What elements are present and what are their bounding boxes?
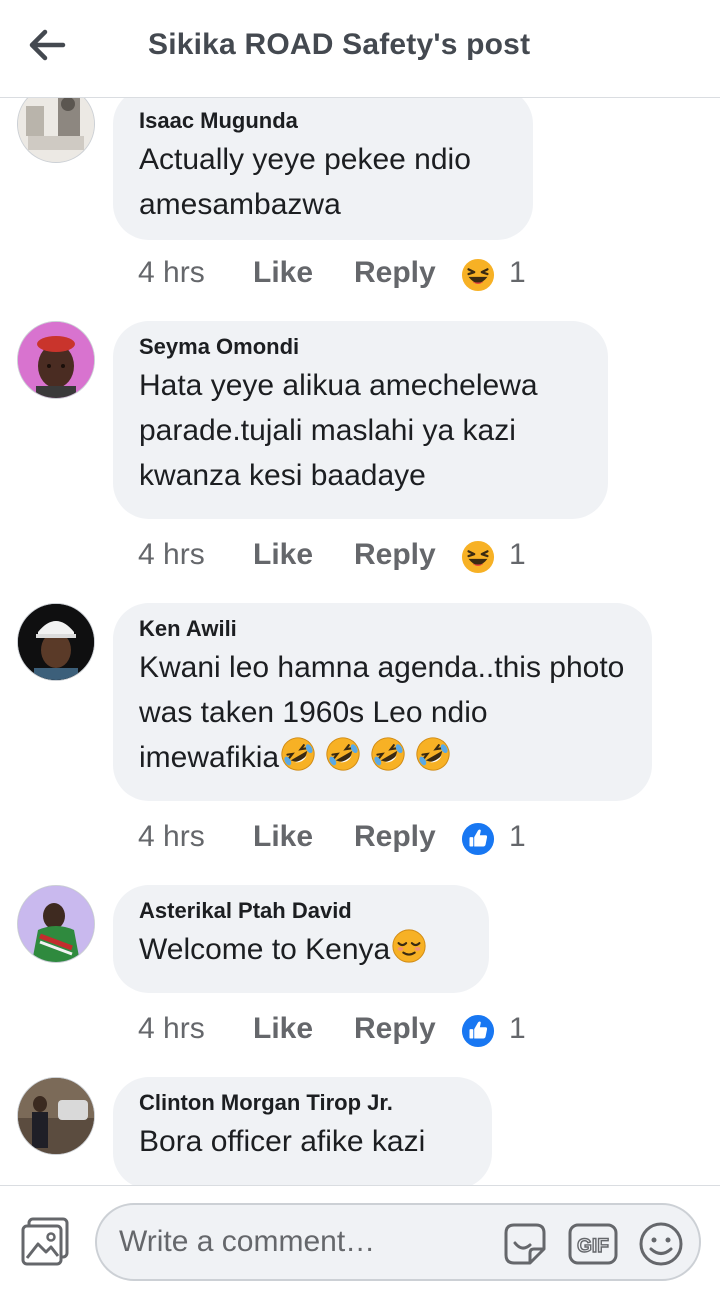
- rolling-on-floor-laughing-icon: [369, 735, 407, 773]
- rolling-on-floor-laughing-icon: [324, 735, 362, 773]
- avatar[interactable]: [17, 603, 95, 681]
- comment-author[interactable]: Clinton Morgan Tirop Jr.: [139, 1089, 466, 1119]
- photo-button[interactable]: [20, 1216, 72, 1268]
- laughing-face-icon[interactable]: [461, 258, 495, 292]
- avatar[interactable]: [17, 885, 95, 963]
- comment-composer: Write a comment… GIF: [0, 1185, 720, 1292]
- comment-list[interactable]: Isaac Mugunda Actually yeye pekee ndio a…: [0, 98, 720, 1185]
- avatar[interactable]: [17, 321, 95, 399]
- comment-time[interactable]: 4 hrs: [138, 1012, 205, 1046]
- comment-text: Bora officer afike kazi: [139, 1125, 426, 1158]
- comment-author[interactable]: Seyma Omondi: [139, 333, 582, 363]
- comment-text: Actually yeye pekee ndio amesambazwa: [139, 143, 480, 221]
- rolling-on-floor-laughing-icon: [414, 735, 452, 773]
- sticker-button[interactable]: [500, 1219, 550, 1269]
- comment-text-content: Welcome to Kenya: [139, 933, 391, 966]
- avatar[interactable]: [17, 98, 95, 163]
- comment-text: Kwani leo hamna agenda..this photo was t…: [139, 645, 626, 780]
- back-button[interactable]: [22, 22, 72, 68]
- comment-input[interactable]: Write a comment… GIF: [95, 1203, 701, 1281]
- comment-text: Welcome to Kenya: [139, 927, 463, 972]
- smiley-icon: [639, 1222, 683, 1266]
- comment-time[interactable]: 4 hrs: [138, 256, 205, 290]
- comment-bubble[interactable]: Asterikal Ptah David Welcome to Kenya: [113, 885, 489, 993]
- rolling-on-floor-laughing-icon: [279, 735, 317, 773]
- reaction-count[interactable]: 1: [509, 820, 526, 854]
- comment-author[interactable]: Asterikal Ptah David: [139, 897, 463, 927]
- comment-time[interactable]: 4 hrs: [138, 538, 205, 572]
- photo-icon: [21, 1217, 69, 1266]
- like-button[interactable]: Like: [253, 538, 313, 572]
- comment-bubble[interactable]: Clinton Morgan Tirop Jr. Bora officer af…: [113, 1077, 492, 1185]
- reply-button[interactable]: Reply: [354, 1012, 436, 1046]
- avatar[interactable]: [17, 1077, 95, 1155]
- reaction-count[interactable]: 1: [509, 1012, 526, 1046]
- page-title: Sikika ROAD Safety's post: [148, 28, 531, 61]
- reaction-count[interactable]: 1: [509, 538, 526, 572]
- gif-button[interactable]: GIF: [567, 1222, 619, 1266]
- reply-button[interactable]: Reply: [354, 256, 436, 290]
- comment-bubble[interactable]: Isaac Mugunda Actually yeye pekee ndio a…: [113, 98, 533, 240]
- back-arrow-icon: [29, 29, 66, 61]
- avatar-photo: [18, 886, 94, 962]
- comment-time[interactable]: 4 hrs: [138, 820, 205, 854]
- sticker-icon: [504, 1223, 546, 1265]
- relieved-face-icon: [390, 927, 428, 965]
- comment-bubble[interactable]: Ken Awili Kwani leo hamna agenda..this p…: [113, 603, 652, 801]
- emoji-button[interactable]: [637, 1220, 685, 1268]
- avatar-photo: [18, 322, 94, 398]
- laughing-face-icon[interactable]: [461, 540, 495, 574]
- comment-author[interactable]: Ken Awili: [139, 615, 626, 645]
- svg-text:GIF: GIF: [577, 1236, 609, 1257]
- avatar-photo: [18, 1078, 94, 1154]
- thumbs-up-icon[interactable]: [461, 822, 495, 856]
- comment-author[interactable]: Isaac Mugunda: [139, 107, 507, 137]
- reply-button[interactable]: Reply: [354, 820, 436, 854]
- reaction-count[interactable]: 1: [509, 256, 526, 290]
- comment-input-placeholder: Write a comment…: [119, 1225, 376, 1258]
- avatar-photo: [18, 604, 94, 680]
- gif-icon: GIF: [568, 1223, 618, 1265]
- comment-bubble[interactable]: Seyma Omondi Hata yeye alikua amechelewa…: [113, 321, 608, 519]
- like-button[interactable]: Like: [253, 820, 313, 854]
- like-button[interactable]: Like: [253, 256, 313, 290]
- reply-button[interactable]: Reply: [354, 538, 436, 572]
- comment-text: Hata yeye alikua amechelewa parade.tujal…: [139, 369, 546, 492]
- top-bar: Sikika ROAD Safety's post: [0, 0, 720, 98]
- avatar-photo: [18, 98, 94, 162]
- like-button[interactable]: Like: [253, 1012, 313, 1046]
- thumbs-up-icon[interactable]: [461, 1014, 495, 1048]
